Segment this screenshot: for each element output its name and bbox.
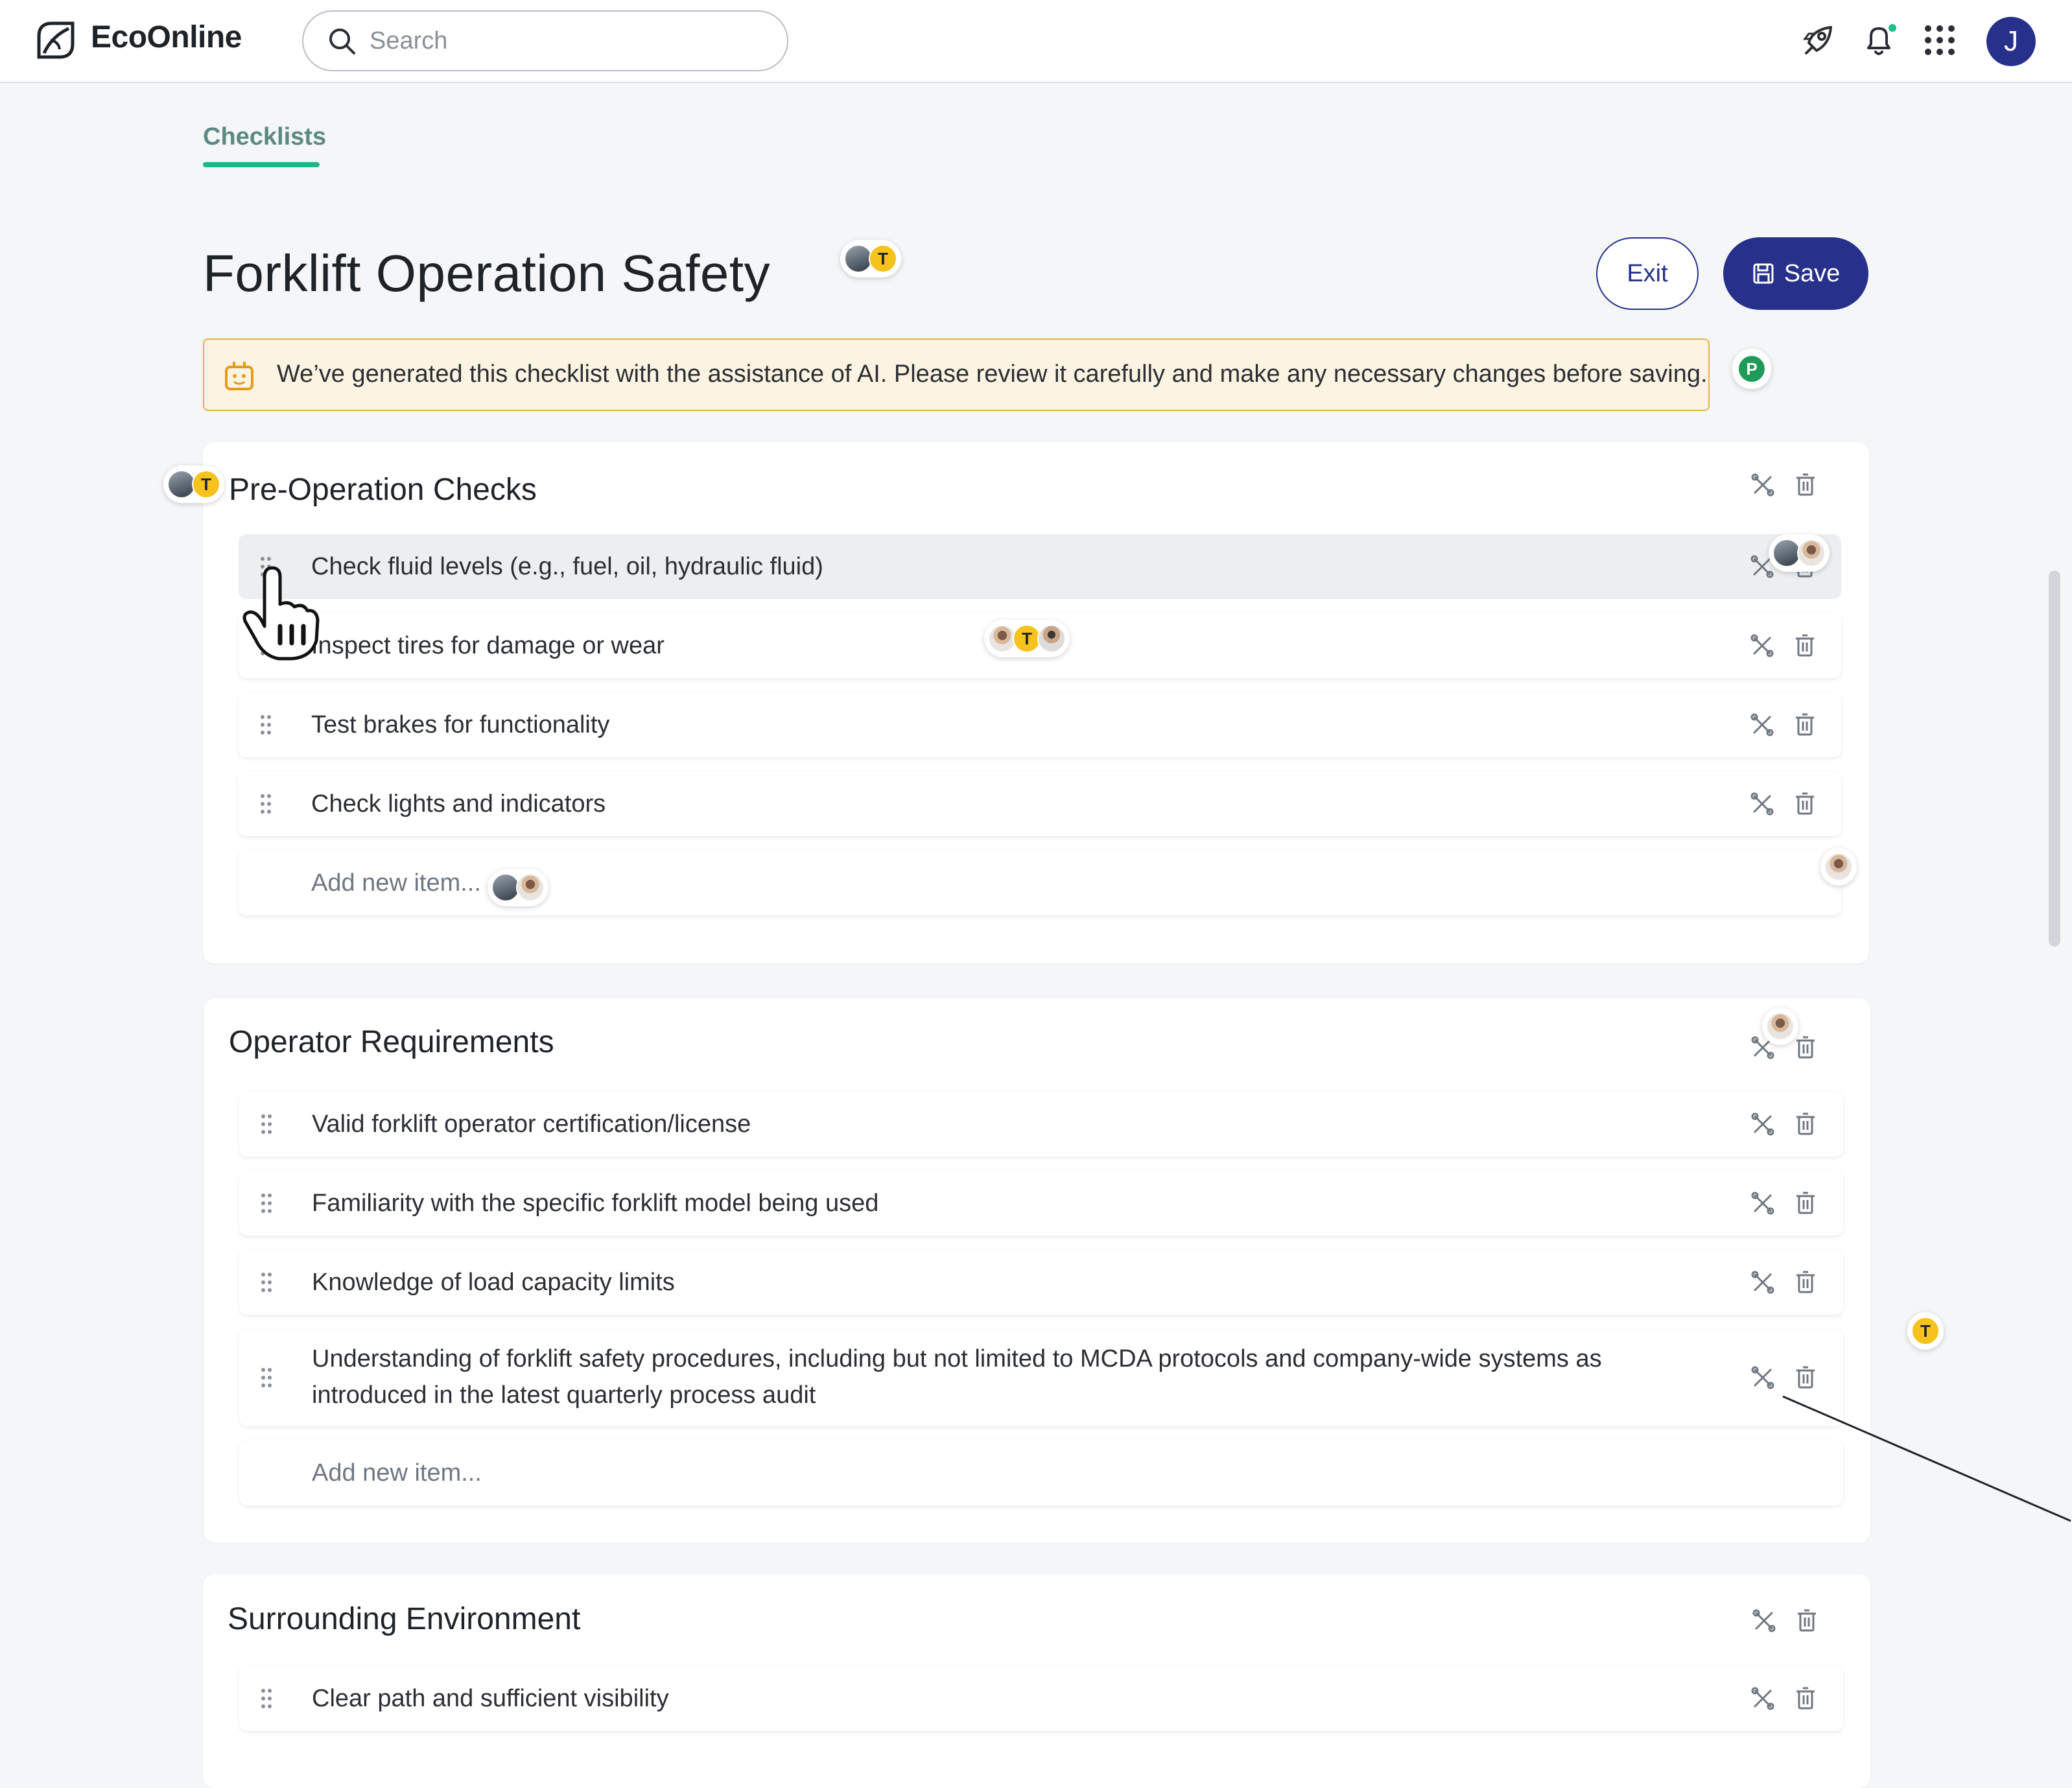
drag-handle-icon[interactable] — [259, 1269, 274, 1295]
ai-tools-icon[interactable] — [1750, 1269, 1776, 1295]
delete-icon[interactable] — [1792, 633, 1818, 659]
collaborator-avatar — [516, 873, 545, 902]
checklist-section: Operator Requirements Valid forklift ope… — [204, 998, 1870, 1543]
robot-icon — [225, 362, 253, 390]
checklist-item-text[interactable]: Test brakes for functionality — [311, 707, 609, 743]
collaborator-avatar — [1766, 1012, 1795, 1041]
checklist-item[interactable]: Check lights and indicators — [239, 771, 1841, 836]
logo-icon[interactable] — [32, 17, 80, 65]
delete-icon[interactable] — [1793, 1190, 1819, 1216]
checklist-item[interactable]: Valid forklift operator certification/li… — [239, 1092, 1843, 1157]
collaborator-avatars: T — [840, 240, 901, 277]
delete-icon[interactable] — [1793, 472, 1819, 498]
delete-icon[interactable] — [1793, 1269, 1819, 1295]
active-tab-indicator — [203, 162, 320, 167]
checklist-item[interactable]: Test brakes for functionality — [239, 692, 1841, 757]
checklist-section: Surrounding Environment Clear path and s… — [203, 1574, 1870, 1788]
checklist-item-text[interactable]: Check fluid levels (e.g., fuel, oil, hyd… — [311, 548, 823, 585]
ai-tools-icon[interactable] — [1749, 791, 1775, 817]
section-title[interactable]: Surrounding Environment — [228, 1601, 580, 1637]
delete-icon[interactable] — [1792, 791, 1818, 817]
brand-name: EcoOnline — [91, 20, 242, 54]
save-button[interactable]: Save — [1723, 237, 1868, 310]
collaborator-avatar — [1037, 624, 1066, 653]
collaborator-avatars: T — [984, 620, 1070, 657]
checklist-section: Pre-Operation Checks Check fluid levels … — [203, 442, 1869, 963]
ai-tools-icon[interactable] — [1749, 633, 1775, 659]
save-icon — [1753, 263, 1774, 284]
delete-icon[interactable] — [1794, 1608, 1820, 1634]
collaborator-avatars — [1820, 848, 1857, 886]
checklist-item-text[interactable]: Understanding of forklift safety procedu… — [312, 1341, 1641, 1413]
checklist-item[interactable]: Check fluid levels (e.g., fuel, oil, hyd… — [239, 534, 1841, 599]
exit-button[interactable]: Exit — [1596, 237, 1699, 310]
checklist-item-text[interactable]: Familiarity with the specific forklift m… — [312, 1185, 878, 1221]
checklist-item-text[interactable]: Inspect tires for damage or wear — [311, 628, 665, 664]
section-title[interactable]: Pre-Operation Checks — [229, 472, 537, 508]
grab-cursor-icon — [242, 566, 320, 661]
notification-dot — [1887, 22, 1898, 34]
checklist-item[interactable]: Familiarity with the specific forklift m… — [239, 1171, 1843, 1236]
apps-grid-icon[interactable] — [1920, 21, 1959, 60]
collaborator-avatar — [1824, 853, 1853, 881]
ai-notice-text: We’ve generated this checklist with the … — [277, 360, 1708, 388]
collaborator-avatar: T — [192, 470, 220, 499]
add-item-placeholder: Add new item... — [312, 1459, 482, 1487]
page-title: Forklift Operation Safety — [203, 244, 771, 302]
collaborator-avatar — [1797, 539, 1826, 567]
ai-tools-icon[interactable] — [1751, 1608, 1777, 1634]
collaborator-avatar: P — [1737, 355, 1766, 383]
drag-handle-icon[interactable] — [259, 1686, 274, 1712]
delete-icon[interactable] — [1793, 1686, 1819, 1712]
delete-icon[interactable] — [1793, 1365, 1819, 1391]
user-avatar[interactable]: J — [1986, 17, 2036, 66]
add-item-placeholder: Add new item... — [311, 869, 481, 897]
ai-tools-icon[interactable] — [1750, 1190, 1776, 1216]
section-title[interactable]: Operator Requirements — [229, 1024, 554, 1060]
delete-icon[interactable] — [1793, 1111, 1819, 1137]
search-icon — [329, 29, 355, 54]
search-box[interactable] — [302, 10, 788, 71]
connector-line — [1782, 1395, 2071, 1522]
delete-icon[interactable] — [1792, 712, 1818, 738]
rocket-icon[interactable] — [1800, 21, 1839, 60]
ai-tools-icon[interactable] — [1749, 712, 1775, 738]
checklist-item[interactable]: Clear path and sufficient visibility — [239, 1666, 1843, 1731]
drag-handle-icon[interactable] — [259, 1365, 274, 1391]
add-item-input[interactable]: Add new item... — [239, 1441, 1843, 1505]
search-input[interactable] — [370, 21, 759, 61]
top-navigation-bar: EcoOnline J — [0, 0, 2072, 83]
checklist-item-text[interactable]: Check lights and indicators — [311, 786, 606, 822]
add-item-input[interactable]: Add new item... — [239, 851, 1841, 915]
checklist-item[interactable]: Knowledge of load capacity limits — [239, 1250, 1843, 1315]
collaborator-avatars: T — [1907, 1312, 1944, 1350]
ai-tools-icon[interactable] — [1750, 472, 1776, 498]
collaborator-avatars — [488, 869, 548, 906]
drag-handle-icon[interactable] — [259, 1190, 274, 1216]
collaborator-avatar: T — [1911, 1317, 1940, 1345]
collaborator-avatars: P — [1732, 349, 1771, 389]
save-button-label: Save — [1784, 259, 1841, 287]
collaborator-avatar: T — [869, 244, 897, 273]
ai-tools-icon[interactable] — [1750, 1686, 1776, 1712]
ai-notice-banner: We’ve generated this checklist with the … — [203, 338, 1710, 411]
checklist-item-text[interactable]: Knowledge of load capacity limits — [312, 1264, 675, 1300]
collaborator-avatars: T — [163, 465, 224, 503]
vertical-scrollbar[interactable] — [2049, 571, 2060, 947]
drag-handle-icon[interactable] — [259, 1111, 274, 1137]
ai-tools-icon[interactable] — [1750, 1365, 1776, 1391]
drag-handle-icon[interactable] — [258, 791, 274, 817]
collaborator-avatars — [1762, 1007, 1798, 1045]
tab-checklists[interactable]: Checklists — [203, 123, 326, 151]
exit-button-label: Exit — [1627, 259, 1668, 287]
checklist-item-text[interactable]: Valid forklift operator certification/li… — [312, 1106, 751, 1142]
ai-tools-icon[interactable] — [1750, 1111, 1776, 1137]
checklist-item-text[interactable]: Clear path and sufficient visibility — [312, 1680, 669, 1717]
drag-handle-icon[interactable] — [258, 712, 274, 738]
collaborator-avatars — [1769, 534, 1830, 572]
delete-icon[interactable] — [1793, 1035, 1819, 1061]
checklist-item[interactable]: Understanding of forklift safety procedu… — [239, 1329, 1843, 1426]
